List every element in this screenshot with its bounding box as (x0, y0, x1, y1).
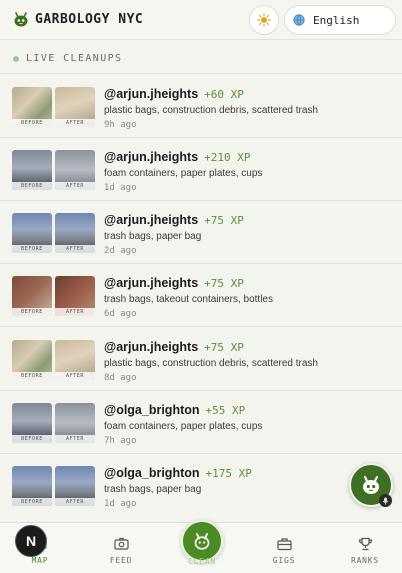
divider (0, 453, 402, 454)
username-link[interactable]: @arjun.jheights (104, 276, 198, 290)
live-dot-icon (13, 55, 19, 62)
after-tag: AFTER (55, 372, 95, 380)
items-collected: trash bags, paper bag (104, 484, 202, 495)
user-avatar[interactable]: N (15, 525, 47, 557)
after-tag: AFTER (55, 182, 95, 190)
after-tag: AFTER (55, 435, 95, 443)
camera-icon (113, 537, 129, 550)
after-photo[interactable]: AFTER (55, 340, 95, 380)
username-link[interactable]: @olga_brighton (104, 466, 200, 480)
before-tag: BEFORE (12, 372, 52, 380)
items-collected: foam containers, paper plates, cups (104, 168, 263, 179)
timestamp: 7h ago (104, 436, 137, 446)
language-label: English (313, 13, 360, 27)
divider (0, 73, 402, 74)
xp-badge: +55 XP (205, 404, 246, 417)
timestamp: 1d ago (104, 183, 137, 193)
xp-badge: +210 XP (204, 151, 251, 164)
after-photo[interactable]: AFTER (55, 150, 95, 190)
before-tag: BEFORE (12, 182, 52, 190)
mascot-logo-icon[interactable] (12, 10, 30, 28)
feed-item[interactable]: BEFORE AFTER @arjun.jheights +75 XP tras… (0, 213, 402, 276)
before-tag: BEFORE (12, 435, 52, 443)
before-tag: BEFORE (12, 498, 52, 506)
username-link[interactable]: @arjun.jheights (104, 87, 198, 101)
before-photo[interactable]: BEFORE (12, 213, 52, 253)
nav-ranks[interactable]: RANKS (335, 537, 395, 565)
username-link[interactable]: @arjun.jheights (104, 340, 198, 354)
timestamp: 6d ago (104, 309, 137, 319)
items-collected: trash bags, paper bag (104, 231, 202, 242)
app-title: GARBOLOGY NYC (35, 12, 144, 27)
xp-badge: +175 XP (205, 467, 252, 480)
globe-icon (293, 14, 305, 26)
language-select[interactable]: English (284, 5, 396, 35)
nav-map-label: MAP (31, 556, 49, 565)
section-title: LIVE CLEANUPS (26, 53, 123, 64)
username-link[interactable]: @olga_brighton (104, 403, 200, 417)
after-photo[interactable]: AFTER (55, 276, 95, 316)
mascot-icon (194, 533, 210, 550)
feed-item[interactable]: BEFORE AFTER @arjun.jheights +60 XP plas… (0, 87, 402, 150)
app-header: GARBOLOGY NYC English (0, 0, 402, 40)
before-photo[interactable]: BEFORE (12, 466, 52, 506)
xp-badge: +75 XP (204, 214, 244, 227)
feed-item[interactable]: BEFORE AFTER @olga_brighton +55 XP foam … (0, 403, 402, 466)
mascot-icon (363, 476, 379, 494)
after-tag: AFTER (55, 119, 95, 127)
nav-gigs[interactable]: GIGS (254, 537, 314, 565)
section-header: LIVE CLEANUPS (13, 53, 122, 64)
before-tag: BEFORE (12, 119, 52, 127)
after-tag: AFTER (55, 308, 95, 316)
timestamp: 1d ago (104, 499, 137, 509)
nav-gigs-label: GIGS (272, 556, 296, 565)
before-photo[interactable]: BEFORE (12, 150, 52, 190)
before-tag: BEFORE (12, 308, 52, 316)
nav-clean-label: CLEAN (187, 557, 217, 566)
after-photo[interactable]: AFTER (55, 466, 95, 506)
divider (0, 263, 402, 264)
divider (0, 326, 402, 327)
before-tag: BEFORE (12, 245, 52, 253)
xp-badge: +75 XP (204, 341, 244, 354)
after-tag: AFTER (55, 498, 95, 506)
nav-feed-label: FEED (109, 556, 133, 565)
before-photo[interactable]: BEFORE (12, 87, 52, 127)
divider (0, 390, 402, 391)
after-photo[interactable]: AFTER (55, 403, 95, 443)
after-photo[interactable]: AFTER (55, 213, 95, 253)
nav-ranks-label: RANKS (350, 556, 380, 565)
username-link[interactable]: @arjun.jheights (104, 150, 198, 164)
xp-badge: +75 XP (204, 277, 244, 290)
divider (0, 137, 402, 138)
after-photo[interactable]: AFTER (55, 87, 95, 127)
feed-item[interactable]: BEFORE AFTER @arjun.jheights +75 XP plas… (0, 340, 402, 403)
before-photo[interactable]: BEFORE (12, 276, 52, 316)
username-link[interactable]: @arjun.jheights (104, 213, 198, 227)
theme-toggle-button[interactable] (249, 5, 279, 35)
before-photo[interactable]: BEFORE (12, 403, 52, 443)
timestamp: 2d ago (104, 246, 137, 256)
trophy-icon (358, 537, 372, 551)
xp-badge: +60 XP (204, 88, 244, 101)
before-photo[interactable]: BEFORE (12, 340, 52, 380)
timestamp: 8d ago (104, 373, 137, 383)
feed-item[interactable]: BEFORE AFTER @arjun.jheights +210 XP foa… (0, 150, 402, 213)
briefcase-icon (276, 538, 292, 551)
feed-item[interactable]: BEFORE AFTER @arjun.jheights +75 XP tras… (0, 276, 402, 339)
after-tag: AFTER (55, 245, 95, 253)
mic-icon (382, 497, 389, 505)
nav-feed[interactable]: FEED (91, 537, 151, 565)
sun-icon (257, 13, 271, 27)
items-collected: plastic bags, construction debris, scatt… (104, 358, 318, 369)
voice-input-button[interactable] (379, 494, 392, 507)
timestamp: 9h ago (104, 120, 137, 130)
items-collected: plastic bags, construction debris, scatt… (104, 105, 318, 116)
items-collected: foam containers, paper plates, cups (104, 421, 263, 432)
items-collected: trash bags, takeout containers, bottles (104, 294, 273, 305)
divider (0, 200, 402, 201)
